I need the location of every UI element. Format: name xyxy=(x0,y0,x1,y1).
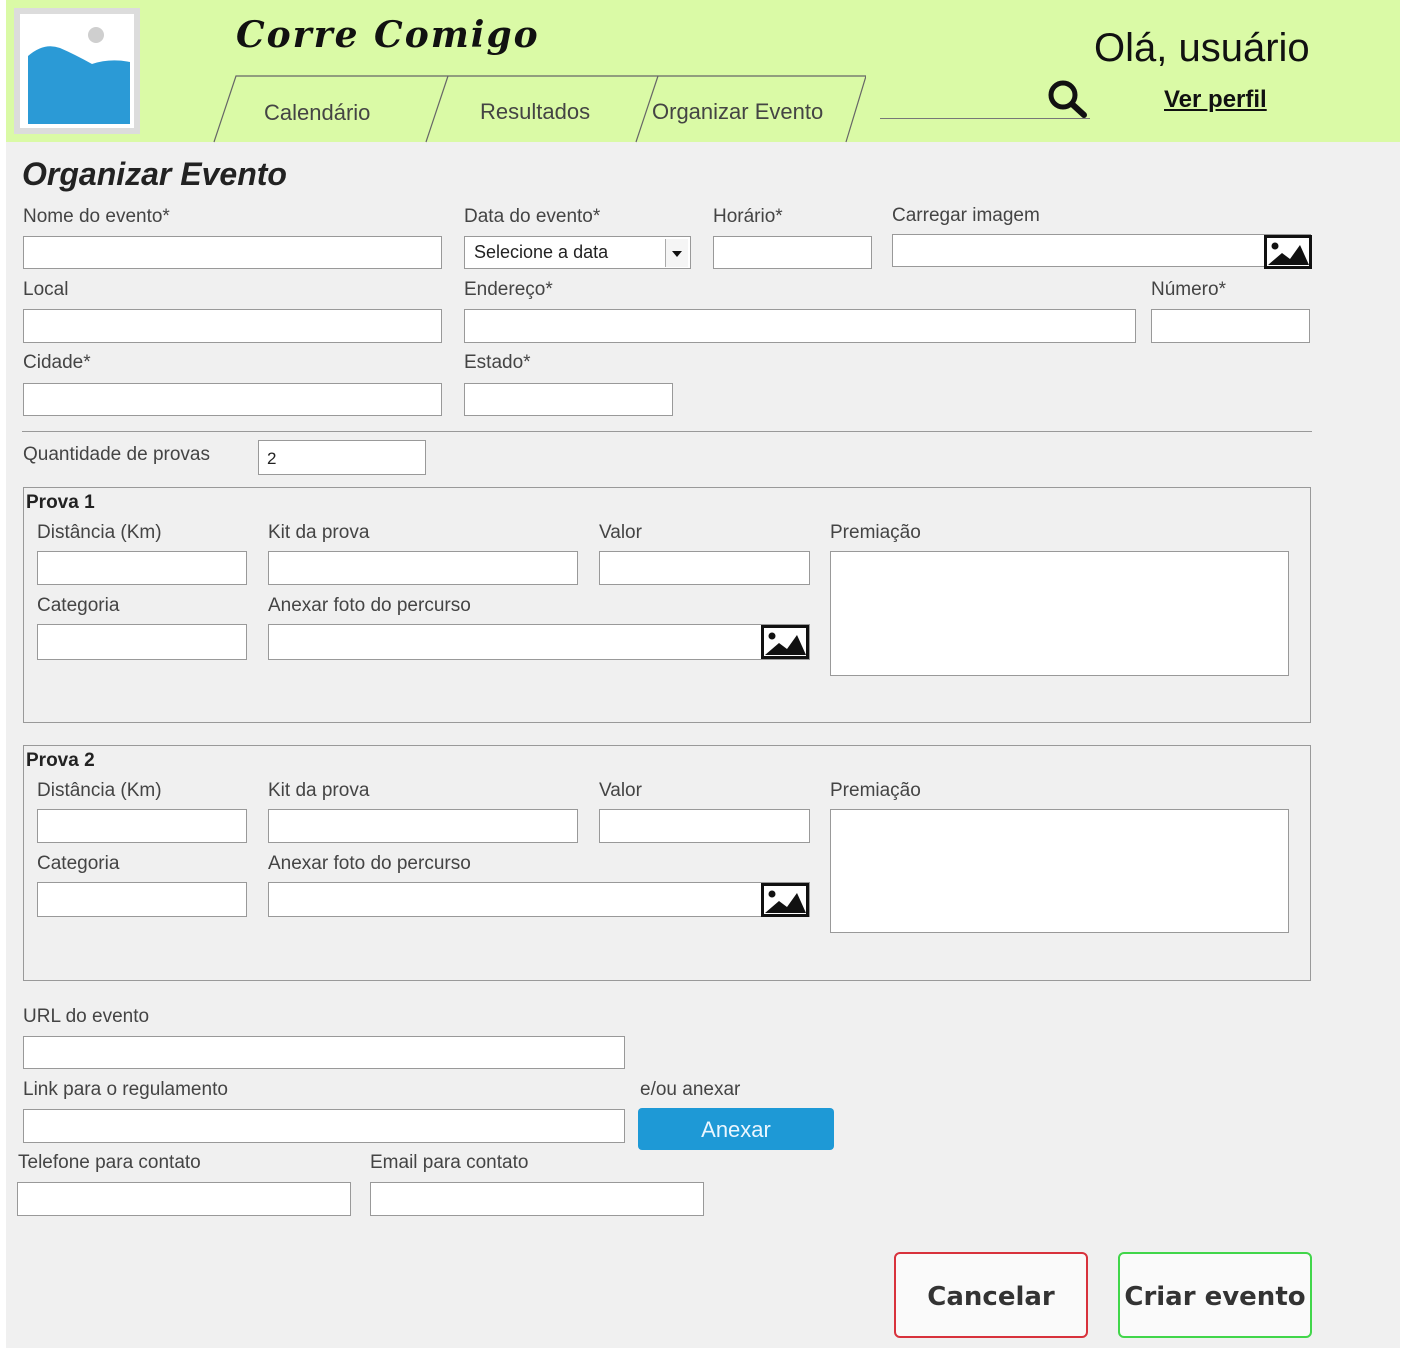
race-1-prize-label: Premiação xyxy=(830,522,921,543)
race-2-value-label: Valor xyxy=(599,780,642,801)
race-2-route-photo-input[interactable] xyxy=(268,882,810,917)
address-input[interactable] xyxy=(464,309,1136,343)
address-label: Endereço* xyxy=(464,279,553,300)
race-2-category-label: Categoria xyxy=(37,853,120,874)
or-attach-label: e/ou anexar xyxy=(640,1079,741,1100)
state-input[interactable] xyxy=(464,383,673,416)
image-icon[interactable] xyxy=(1264,235,1312,274)
chevron-down-icon[interactable] xyxy=(665,239,688,267)
race-2-group: Prova 2 Distância (Km) Kit da prova Valo… xyxy=(23,745,1311,981)
race-2-kit-input[interactable] xyxy=(268,809,578,843)
image-icon[interactable] xyxy=(761,625,809,664)
tab-calendario[interactable]: Calendário xyxy=(264,100,370,126)
time-label: Horário* xyxy=(713,206,783,227)
race-1-route-photo-label: Anexar foto do percurso xyxy=(268,595,471,616)
email-label: Email para contato xyxy=(370,1152,529,1173)
race-count-label: Quantidade de provas xyxy=(23,444,210,465)
search-icon[interactable] xyxy=(1044,78,1092,125)
nav-tabs: Calendário Resultados Organizar Evento xyxy=(206,72,866,144)
race-2-prize-textarea[interactable] xyxy=(830,809,1289,933)
number-input[interactable] xyxy=(1151,309,1310,343)
state-label: Estado* xyxy=(464,352,531,373)
race-1-title: Prova 1 xyxy=(26,492,95,513)
phone-label: Telefone para contato xyxy=(18,1152,201,1173)
brand-title: Corre Comigo xyxy=(236,14,540,56)
race-1-group: Prova 1 Distância (Km) Kit da prova Valo… xyxy=(23,487,1311,723)
race-2-title: Prova 2 xyxy=(26,750,95,771)
time-input[interactable] xyxy=(713,236,872,269)
race-1-category-label: Categoria xyxy=(37,595,120,616)
event-url-input[interactable] xyxy=(23,1036,625,1069)
upload-image-input[interactable] xyxy=(892,234,1311,267)
phone-input[interactable] xyxy=(17,1182,351,1216)
race-2-prize-label: Premiação xyxy=(830,780,921,801)
event-name-label: Nome do evento* xyxy=(23,206,170,227)
logo-image-placeholder xyxy=(14,8,140,134)
race-1-value-label: Valor xyxy=(599,522,642,543)
upload-image-label: Carregar imagem xyxy=(892,205,1040,226)
race-2-category-input[interactable] xyxy=(37,882,247,917)
race-count-input[interactable]: 2 xyxy=(258,440,426,475)
race-1-route-photo-input[interactable] xyxy=(268,624,810,660)
race-1-value-input[interactable] xyxy=(599,551,810,585)
event-date-label: Data do evento* xyxy=(464,206,601,227)
city-label: Cidade* xyxy=(23,352,91,373)
tab-organizar-evento[interactable]: Organizar Evento xyxy=(652,99,823,125)
rules-link-label: Link para o regulamento xyxy=(23,1079,228,1100)
image-placeholder-icon xyxy=(14,8,140,134)
create-event-button[interactable]: Criar evento xyxy=(1118,1252,1312,1338)
race-1-kit-label: Kit da prova xyxy=(268,522,370,543)
number-label: Número* xyxy=(1151,279,1226,300)
race-1-category-input[interactable] xyxy=(37,624,247,660)
email-input[interactable] xyxy=(370,1182,704,1216)
cancel-button[interactable]: Cancelar xyxy=(894,1252,1088,1338)
race-1-distance-input[interactable] xyxy=(37,551,247,585)
location-input[interactable] xyxy=(23,309,442,343)
event-date-select-value: Selecione a data xyxy=(474,242,609,262)
rules-link-input[interactable] xyxy=(23,1109,625,1143)
tab-resultados[interactable]: Resultados xyxy=(480,99,590,125)
location-label: Local xyxy=(23,279,69,300)
event-name-input[interactable] xyxy=(23,236,442,269)
city-input[interactable] xyxy=(23,383,442,416)
page: Corre Comigo Calendário Resultados Organ… xyxy=(6,0,1400,1348)
page-title: Organizar Evento xyxy=(22,156,287,192)
attach-button[interactable]: Anexar xyxy=(638,1108,834,1150)
user-greeting: Olá, usuário xyxy=(1094,26,1310,70)
event-date-select[interactable]: Selecione a data xyxy=(464,236,691,269)
image-icon[interactable] xyxy=(761,883,809,922)
divider xyxy=(22,431,1312,432)
event-url-label: URL do evento xyxy=(23,1006,150,1027)
header: Corre Comigo Calendário Resultados Organ… xyxy=(6,0,1400,144)
race-1-distance-label: Distância (Km) xyxy=(37,522,162,543)
race-2-route-photo-label: Anexar foto do percurso xyxy=(268,853,471,874)
race-2-distance-input[interactable] xyxy=(37,809,247,843)
race-2-kit-label: Kit da prova xyxy=(268,780,370,801)
race-2-value-input[interactable] xyxy=(599,809,810,843)
view-profile-link[interactable]: Ver perfil xyxy=(1164,86,1267,114)
race-1-prize-textarea[interactable] xyxy=(830,551,1289,676)
race-2-distance-label: Distância (Km) xyxy=(37,780,162,801)
race-1-kit-input[interactable] xyxy=(268,551,578,585)
